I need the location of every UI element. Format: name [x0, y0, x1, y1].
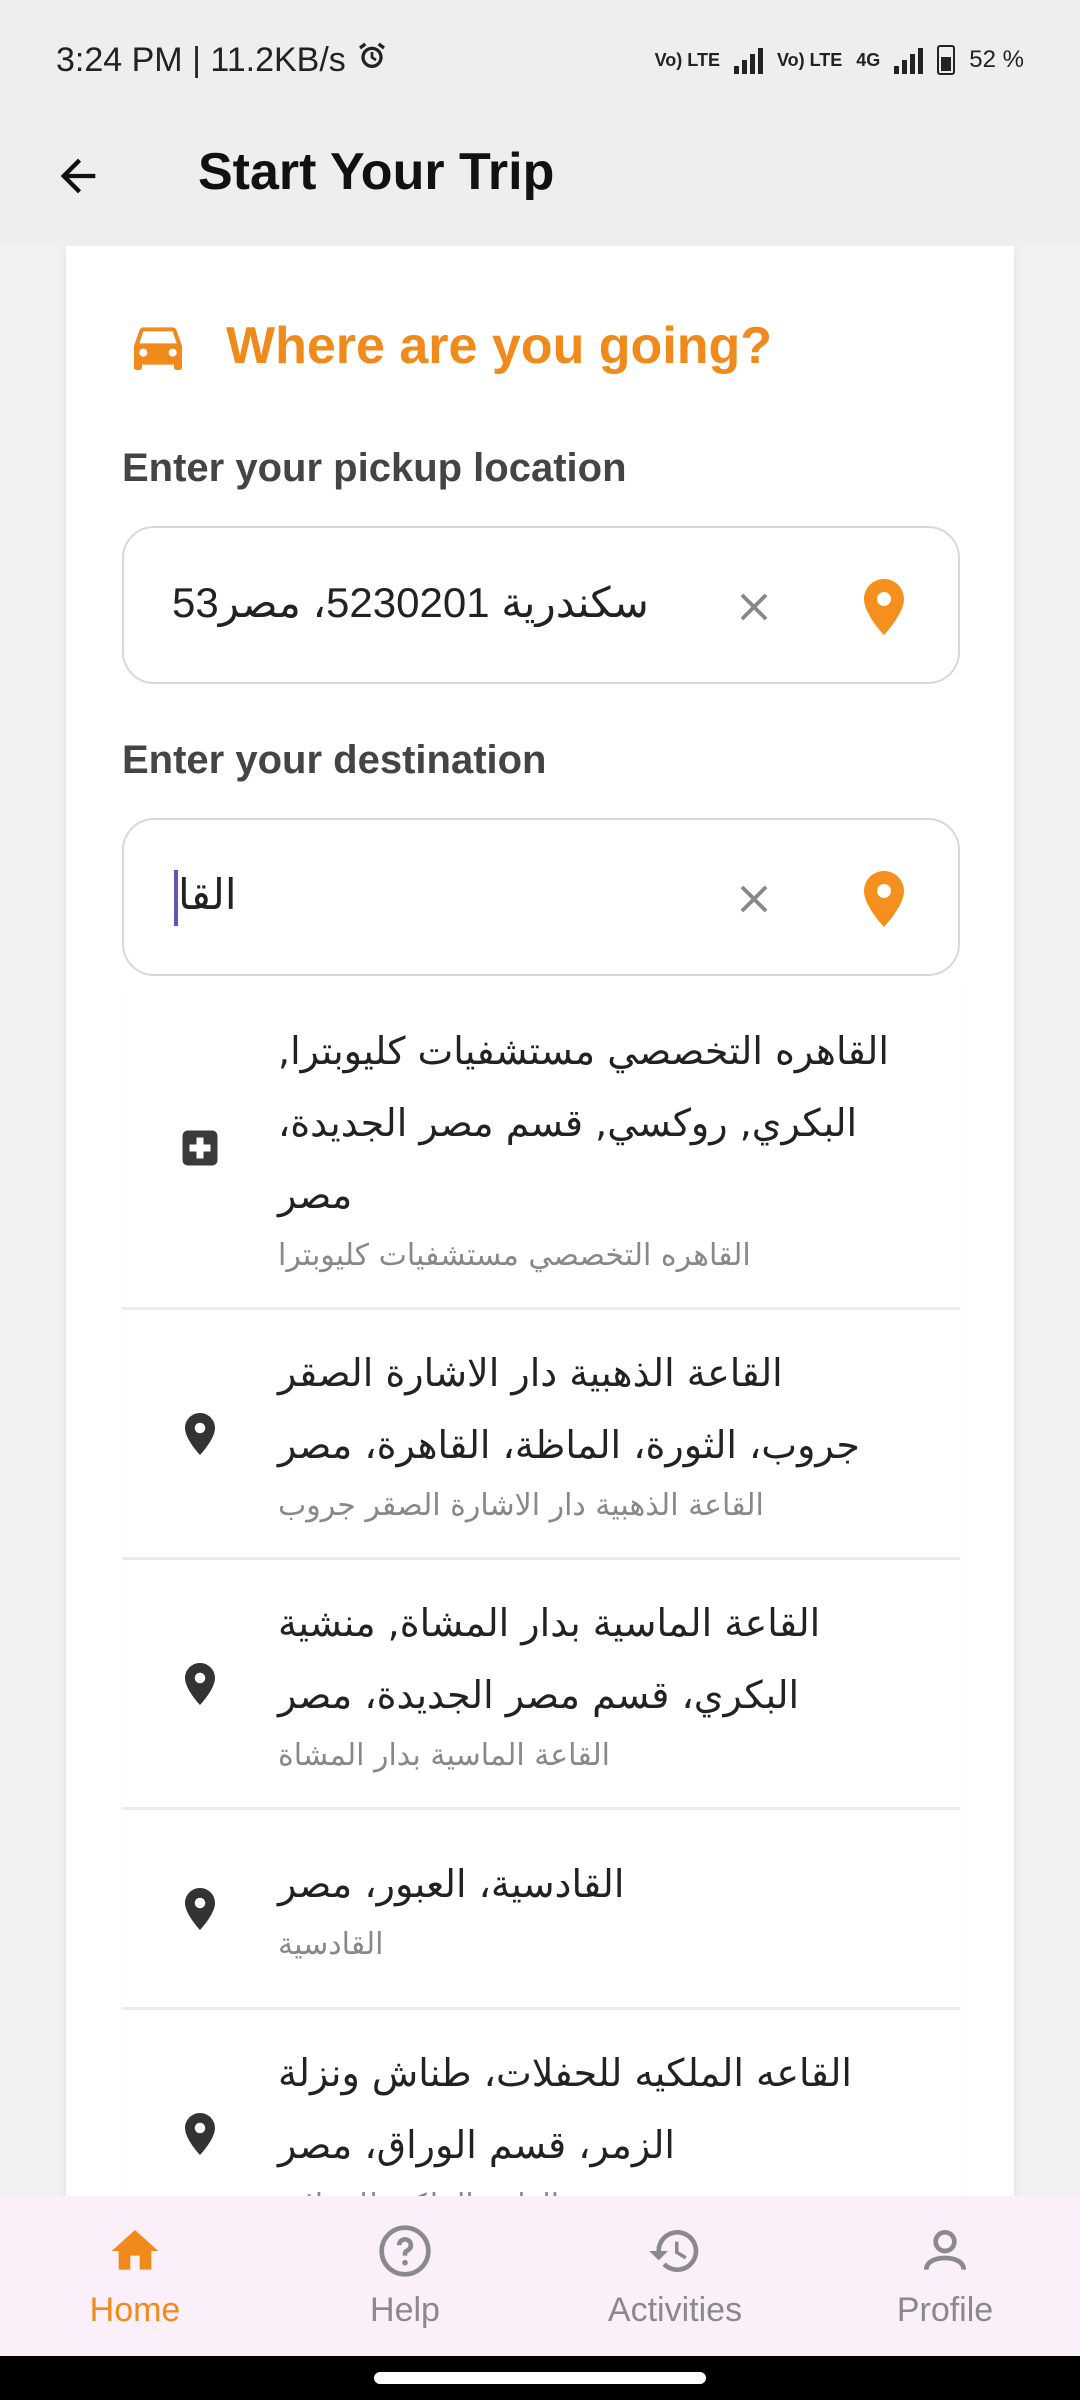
sug-icon-wrap	[122, 1660, 278, 1708]
pickup-label: Enter your pickup location	[122, 446, 627, 490]
suggestion-subtitle: القاهره التخصصي مستشفيات كليوبترا	[278, 1237, 751, 1273]
sug-icon-wrap	[122, 1127, 278, 1169]
page-title: Start Your Trip	[198, 143, 555, 201]
sug-icon-wrap	[122, 1885, 278, 1933]
close-icon	[740, 593, 768, 621]
suggestion-subtitle: القادسية	[278, 1926, 384, 1962]
volte-label-1: Vo) LTE	[654, 50, 720, 70]
status-left: 3:24 PM | 11.2KB/s	[56, 40, 388, 81]
history-icon	[649, 2229, 699, 2272]
suggestion-subtitle: القاعة الماسية بدار المشاة	[278, 1737, 610, 1773]
suggestion-title: القاعه الملكيه للحفلات، طناش ونزلة الزمر…	[278, 2050, 852, 2167]
destination-label: Enter your destination	[122, 738, 547, 782]
arrow-left-icon	[60, 158, 96, 194]
gesture-handle[interactable]	[374, 2372, 706, 2384]
destination-map-button[interactable]	[854, 864, 914, 934]
suggestion-subtitle: القاعة الذهبية دار الاشارة الصقر جروب	[278, 1487, 764, 1523]
trip-card: Where are you going? Enter your pickup l…	[66, 246, 1014, 2196]
destination-input-field[interactable]: القا	[172, 870, 652, 926]
location-pin-icon	[185, 2112, 215, 2155]
bottom-nav: Home Help Activities Profile	[0, 2196, 1080, 2356]
location-pin-icon	[185, 1887, 215, 1930]
sug-icon-wrap	[122, 1410, 278, 1458]
location-pin-icon	[864, 871, 904, 927]
card-header: Where are you going?	[126, 306, 772, 386]
alarm-icon	[356, 40, 388, 81]
close-icon	[740, 885, 768, 913]
system-nav-area	[0, 2356, 1080, 2400]
pickup-clear-button[interactable]	[724, 577, 784, 637]
status-time-speed: 3:24 PM | 11.2KB/s	[56, 40, 346, 79]
back-button[interactable]	[48, 146, 108, 206]
suggestion-title: القاهره التخصصي مستشفيات كليوبترا, البكر…	[278, 1028, 889, 1217]
sug-text: القاهره التخصصي مستشفيات كليوبترا, البكر…	[278, 1015, 960, 1281]
status-right: Vo) LTE Vo) LTE 4G 52 %	[655, 45, 1024, 75]
pickup-input[interactable]: سكندرية 5230201، مصر53	[122, 526, 960, 684]
suggestion-subtitle: القاعه الملكيه للحفلات	[278, 2181, 900, 2197]
nav-profile[interactable]: Profile	[810, 2223, 1080, 2330]
main-content: Where are you going? Enter your pickup l…	[0, 246, 1080, 2196]
suggestion-title: القاعة الذهبية دار الاشارة الصقر جروب، ا…	[278, 1350, 860, 1467]
pickup-input-value[interactable]: سكندرية 5230201، مصر53	[172, 578, 652, 627]
card-title: Where are you going?	[226, 317, 773, 375]
sug-text: القاعه الملكيه للحفلات، طناش ونزلة الزمر…	[278, 2037, 960, 2197]
suggestion-item[interactable]: القاعة الماسية بدار المشاة, منشية البكري…	[122, 1560, 960, 1810]
suggestion-item[interactable]: القاعة الذهبية دار الاشارة الصقر جروب، ا…	[122, 1310, 960, 1560]
signal-icon	[894, 46, 924, 74]
hospital-icon	[182, 1130, 218, 1165]
suggestion-list: القاهره التخصصي مستشفيات كليوبترا, البكر…	[122, 988, 960, 2196]
sug-text: القاعة الذهبية دار الاشارة الصقر جروب، ا…	[278, 1337, 960, 1531]
sug-text: القاعة الماسية بدار المشاة, منشية البكري…	[278, 1587, 960, 1781]
nav-help-label: Help	[370, 2290, 440, 2329]
suggestion-title: القادسية، العبور، مصر	[278, 1861, 625, 1906]
nav-profile-label: Profile	[896, 2290, 994, 2329]
destination-input[interactable]: القا	[122, 818, 960, 976]
pickup-map-button[interactable]	[854, 572, 914, 642]
network-type-label: 4G	[856, 50, 881, 70]
nav-activities-label: Activities	[607, 2290, 743, 2329]
nav-home-label: Home	[89, 2290, 181, 2329]
battery-percent: 52 %	[969, 46, 1024, 73]
help-icon	[379, 2224, 431, 2277]
nav-help[interactable]: Help	[270, 2223, 540, 2330]
app-bar: Start Your Trip	[0, 120, 1080, 246]
suggestion-item[interactable]: القاهره التخصصي مستشفيات كليوبترا, البكر…	[122, 988, 960, 1310]
destination-clear-button[interactable]	[724, 869, 784, 929]
home-icon	[111, 2229, 159, 2270]
location-pin-icon	[864, 579, 904, 635]
volte-label-2: Vo) LTE	[776, 50, 843, 70]
suggestion-item[interactable]: القاعه الملكيه للحفلات، طناش ونزلة الزمر…	[122, 2010, 960, 2196]
location-pin-icon	[185, 1412, 215, 1455]
battery-icon	[937, 45, 956, 75]
sug-text: القادسية، العبور، مصر القادسية	[278, 1848, 960, 1970]
status-bar: 3:24 PM | 11.2KB/s Vo) LTE Vo) LTE 4G 52…	[0, 0, 1080, 120]
sug-icon-wrap	[122, 2110, 278, 2158]
signal-icon	[733, 46, 763, 74]
suggestion-item[interactable]: القادسية، العبور، مصر القادسية	[122, 1810, 960, 2010]
nav-home[interactable]: Home	[0, 2223, 270, 2330]
nav-activities[interactable]: Activities	[540, 2223, 810, 2330]
car-icon	[134, 327, 182, 370]
location-pin-icon	[185, 1662, 215, 1705]
destination-input-value[interactable]: القا	[178, 871, 237, 918]
suggestion-title: القاعة الماسية بدار المشاة, منشية البكري…	[278, 1600, 821, 1717]
profile-icon	[924, 2229, 966, 2270]
